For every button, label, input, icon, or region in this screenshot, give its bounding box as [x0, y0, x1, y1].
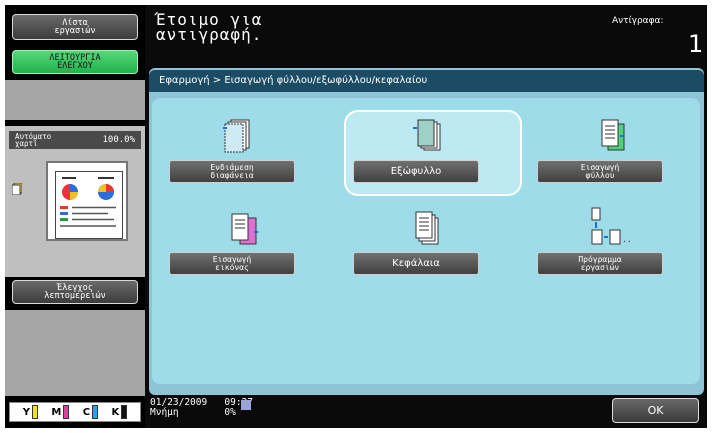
job-list-button[interactable]: Λίστα εργασιών	[12, 14, 138, 40]
preview-page	[55, 171, 123, 239]
insert-image-icon	[231, 213, 258, 245]
ok-button[interactable]: OK	[612, 398, 699, 423]
toner-k: K	[112, 405, 128, 419]
cover-sheet-icon	[413, 119, 441, 151]
original-doc-icon	[12, 183, 22, 195]
auto-paper-row: Αυτόματο χαρτί 100.0%	[9, 131, 141, 149]
toner-c: C	[83, 405, 99, 419]
cover-sheet-button[interactable]: Εξώφυλλο	[353, 160, 479, 183]
insert-image-button[interactable]: Εισαγωγή εικόνας	[169, 252, 295, 275]
job-program-icon: ...	[591, 207, 632, 245]
zoom-value: 100.0%	[102, 135, 135, 145]
svg-text:...: ...	[622, 235, 632, 244]
left-gray-block-bottom	[5, 310, 145, 396]
copy-preview	[46, 161, 128, 241]
chapters-icon	[415, 211, 439, 245]
status-title: Έτοιμο για αντιγραφή.	[156, 10, 263, 44]
job-program-button[interactable]: Πρόγραμμα εργασιών	[537, 252, 663, 275]
memory-status: Μνήμη 0%	[150, 407, 236, 418]
toner-levels: Y M C K	[9, 402, 141, 422]
transparency-interleave-icon	[223, 119, 250, 153]
copies-value[interactable]: 1	[688, 30, 703, 58]
preview-content-icon	[60, 177, 116, 227]
transparency-interleave-button[interactable]: Ενδιάμεση διαφάνεια	[169, 160, 295, 183]
status-bar: 01/23/2009 09:27 Μνήμη 0%	[150, 398, 253, 418]
details-button[interactable]: Έλεγχος λεπτομερειών	[12, 280, 138, 304]
check-mode-button[interactable]: ΛΕΙΤΟΥΡΓΙΑ ΕΛΕΓΧΟΥ	[12, 50, 138, 74]
insert-sheet-button[interactable]: Εισαγωγή φύλλου	[537, 160, 663, 183]
breadcrumb: Εφαρμογή > Εισαγωγή φύλλου/εξωφύλλου/κεφ…	[149, 70, 704, 92]
chapters-button[interactable]: Κεφάλαια	[353, 252, 479, 275]
auto-paper-label: Αυτόματο χαρτί	[15, 132, 52, 148]
insert-sheet-icon	[601, 119, 625, 151]
toner-y: Y	[23, 405, 38, 419]
left-gray-block-top	[5, 80, 145, 120]
toner-m: M	[51, 405, 70, 419]
network-status-icon	[241, 400, 251, 410]
copies-label: Αντίγραφα:	[612, 16, 664, 26]
